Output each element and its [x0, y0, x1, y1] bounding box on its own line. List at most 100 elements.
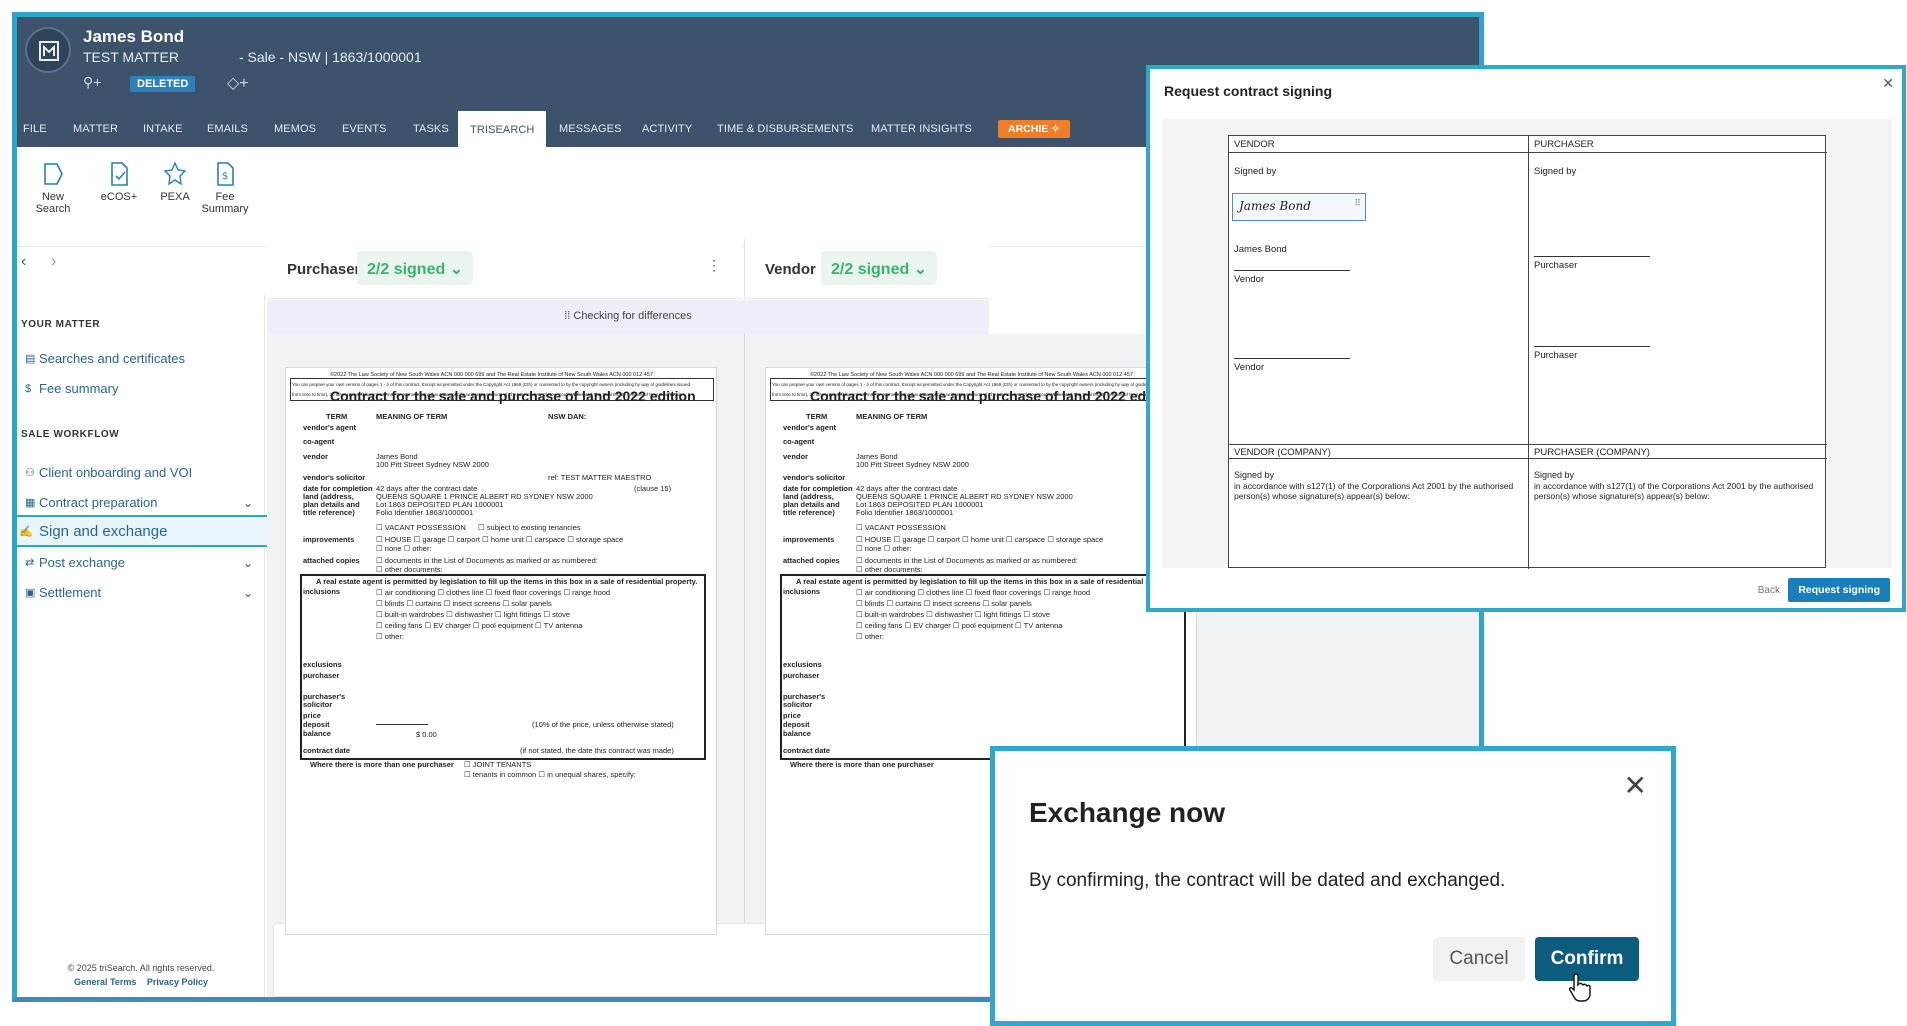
drag-handle-icon[interactable]: ⠿	[1354, 199, 1361, 209]
vendor-company-heading: VENDOR (COMPANY)	[1234, 447, 1331, 458]
forward-arrow-icon[interactable]: ›	[51, 253, 56, 271]
back-arrow-icon[interactable]: ‹	[21, 253, 26, 271]
doc-attached: attached copies	[783, 556, 840, 565]
sidebar-item-label: Sign and exchange	[39, 523, 168, 540]
tab-activity[interactable]: ACTIVITY	[642, 123, 692, 135]
doc-improvements: improvements	[783, 535, 835, 544]
grid-divider	[1528, 136, 1529, 569]
close-icon[interactable]: ✕	[1882, 75, 1894, 92]
archie-button[interactable]: ARCHIE ✧	[998, 120, 1070, 138]
tab-events[interactable]: EVENTS	[342, 123, 387, 135]
doc-more-than: Where there is more than one purchaser	[310, 760, 454, 769]
vendor-signed-status[interactable]: 2/2 signed ⌄	[821, 251, 938, 285]
fee-summary-icon: $	[217, 162, 234, 186]
request-signing-dialog: Request contract signing ✕ VENDOR PURCHA…	[1146, 65, 1906, 612]
doc-ref: ref: TEST MATTER MAESTRO	[548, 473, 652, 482]
doc-balance: balance	[783, 729, 811, 738]
new-search-button[interactable]: New Search	[21, 161, 85, 215]
matter-name: TEST MATTER	[83, 49, 179, 65]
tab-file[interactable]: FILE	[23, 123, 47, 135]
doc-land-3: title reference)	[783, 508, 835, 517]
purchaser-signed-status[interactable]: 2/2 signed ⌄	[357, 251, 474, 285]
doc-joint: ☐ JOINT TENANTS	[464, 760, 532, 769]
doc-col-meaning: MEANING OF TERM	[376, 412, 448, 421]
sidebar-item-label: Settlement	[39, 585, 102, 600]
calendar-icon: ▣	[25, 587, 36, 599]
back-button[interactable]: Back	[1758, 585, 1780, 596]
purchaser-label: Purchaser	[287, 261, 361, 278]
doc-clause: (clause 15)	[634, 484, 672, 493]
purchaser-company-signed-by: Signed by	[1534, 470, 1575, 480]
link-add-icon[interactable]: ⚲+	[83, 74, 101, 91]
chevron-down-icon: ⌄	[913, 261, 928, 278]
doc-co-agent: co-agent	[303, 437, 335, 446]
doc-land-3: title reference)	[303, 508, 355, 517]
doc-balance-val: $ 0.00	[416, 730, 437, 739]
doc-inc-row-4: ☐ ceiling fans ☐ EV charger ☐ pool equip…	[856, 621, 1063, 630]
doc-improvements: improvements	[303, 535, 355, 544]
doc-vendors-agent: vendor's agent	[303, 423, 357, 432]
ecos-label: eCOS+	[100, 191, 138, 203]
tab-messages[interactable]: MESSAGES	[559, 123, 622, 135]
grid-line	[1229, 152, 1827, 153]
archie-label: ARCHIE	[1008, 123, 1049, 135]
chevron-down-icon: ⌄	[449, 261, 464, 278]
sidebar-item-label: Post exchange	[39, 555, 126, 570]
doc-more-than: Where there is more than one purchaser	[790, 760, 934, 769]
dialog-title: Request contract signing	[1164, 83, 1333, 99]
tab-matter[interactable]: MATTER	[73, 123, 118, 135]
sidebar-item-settlement[interactable]: ▣ Settlement ⌄	[21, 581, 257, 605]
sidebar-item-searches[interactable]: ▤ Searches and certificates	[21, 347, 257, 371]
close-icon[interactable]: ✕	[1624, 769, 1647, 802]
sidebar-item-fee-summary[interactable]: $ Fee summary	[21, 377, 257, 401]
sidebar-item-client-onboarding[interactable]: ⚇ Client onboarding and VOI	[21, 461, 257, 485]
sidebar-item-post-exchange[interactable]: ⇄ Post exchange ⌄	[21, 551, 257, 575]
tab-memos[interactable]: MEMOS	[274, 123, 316, 135]
doc-land-folio: Folio Identifier 1863/1000001	[376, 508, 474, 517]
doc-vendors-solicitor: vendor's solicitor	[303, 473, 366, 482]
dollar-icon: $	[25, 383, 32, 395]
new-search-label-1: New	[41, 191, 64, 203]
document-icon: ▤	[25, 353, 36, 365]
pexa-icon	[163, 161, 187, 186]
sidebar-item-contract-preparation[interactable]: ▦ Contract preparation ⌄	[21, 491, 257, 515]
doc-title: Contract for the sale and purchase of la…	[810, 388, 1176, 404]
ecos-button[interactable]: eCOS+	[87, 161, 151, 203]
signature-field[interactable]: James Bond ⠿	[1232, 193, 1366, 221]
doc-ten-pct: (10% of the price, unless otherwise stat…	[532, 720, 674, 729]
exchange-title: Exchange now	[1029, 797, 1226, 828]
doc-inc-row-4: ☐ ceiling fans ☐ EV charger ☐ pool equip…	[376, 621, 583, 630]
vendor-panel-header: Vendor 2/2 signed ⌄	[744, 239, 989, 299]
cancel-button[interactable]: Cancel	[1433, 937, 1525, 981]
more-options-icon[interactable]: ⋮	[707, 257, 721, 274]
tab-tasks[interactable]: TASKS	[413, 123, 449, 135]
doc-p-solicitor-2: solicitor	[303, 700, 333, 709]
doc-inc-row-5: ☐ other:	[856, 632, 884, 641]
doc-none-row: ☐ none ☐ other:	[856, 544, 912, 553]
tab-trisearch[interactable]: TRISEARCH	[458, 111, 547, 147]
general-terms-link[interactable]: General Terms	[74, 977, 136, 987]
doc-exclusions: exclusions	[783, 660, 822, 669]
tab-emails[interactable]: EMAILS	[207, 123, 248, 135]
doc-agent-box-text: A real estate agent is permitted by legi…	[316, 577, 698, 586]
purchaser-label-1: Purchaser	[1534, 260, 1578, 271]
tab-matter-insights[interactable]: MATTER INSIGHTS	[871, 123, 972, 135]
request-signing-button[interactable]: Request signing	[1788, 578, 1890, 602]
sidebar-item-sign-and-exchange[interactable]: ✍ Sign and exchange	[17, 515, 287, 547]
fee-summary-button[interactable]: $ Fee Summary	[193, 161, 257, 215]
tab-intake[interactable]: INTAKE	[143, 123, 183, 135]
doc-purchaser: purchaser	[783, 671, 820, 680]
doc-vendor-addr: 100 Pitt Street Sydney NSW 2000	[856, 460, 969, 469]
tab-time-disbursements[interactable]: TIME & DISBURSEMENTS	[717, 123, 853, 135]
hand-cursor-icon	[1568, 973, 1591, 1002]
doc-vendor-addr: 100 Pitt Street Sydney NSW 2000	[376, 460, 489, 469]
doc-inc-row-1: ☐ air conditioning ☐ clothes line ☐ fixe…	[376, 588, 611, 597]
loading-icon: ⁞⁞	[564, 310, 571, 322]
vendor-label: Vendor	[765, 261, 816, 278]
doc-exclusions: exclusions	[303, 660, 342, 669]
privacy-policy-link[interactable]: Privacy Policy	[147, 977, 208, 987]
doc-land-folio: Folio Identifier 1863/1000001	[856, 508, 954, 517]
contract-icon: ▦	[25, 497, 36, 509]
tag-add-icon[interactable]: ◇+	[227, 73, 249, 93]
doc-col-dan: NSW DAN:	[548, 412, 587, 421]
